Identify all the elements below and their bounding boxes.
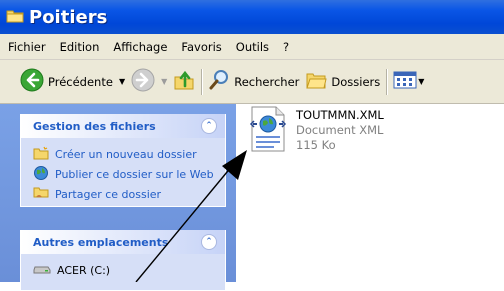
annotation-arrow <box>135 150 247 282</box>
